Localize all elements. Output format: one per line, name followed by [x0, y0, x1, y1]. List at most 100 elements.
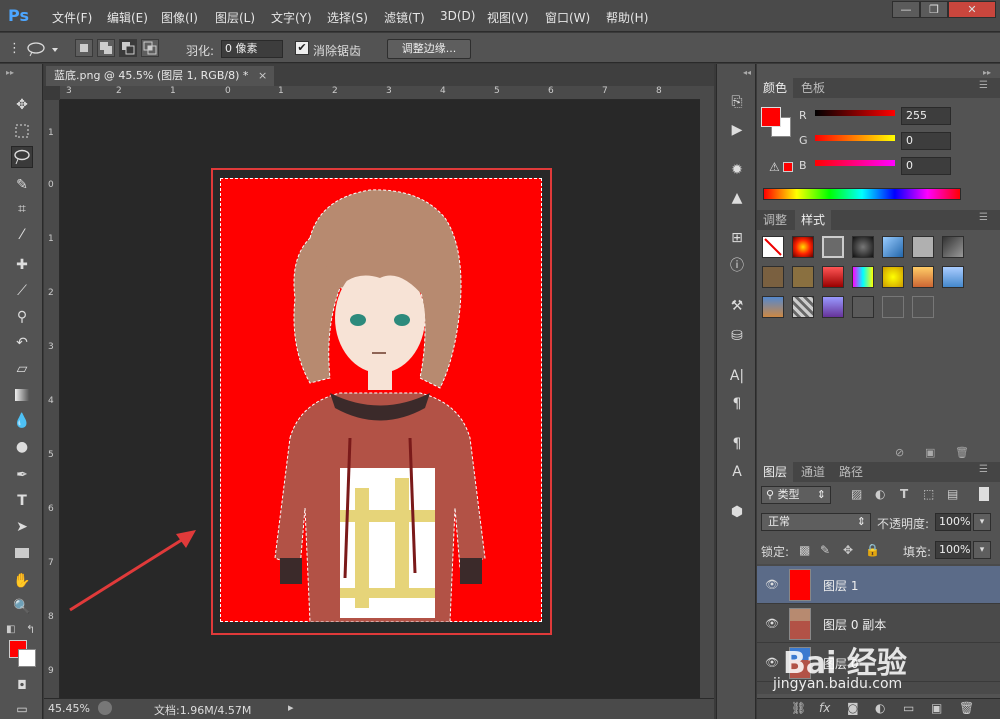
style-swatch[interactable] — [912, 266, 934, 288]
collapse-icon[interactable]: ▸▸ — [983, 68, 991, 77]
b-slider[interactable] — [815, 160, 895, 166]
minimize-button[interactable]: — — [892, 1, 920, 18]
lock-transparent-icon[interactable]: ▩ — [799, 543, 810, 557]
r-value-input[interactable]: 255 — [901, 107, 951, 125]
menu-3d[interactable]: 3D(D) — [440, 9, 475, 23]
layer-row[interactable]: 👁 图层 1 — [757, 566, 1000, 604]
quick-mask-icon[interactable]: ◘ — [11, 674, 33, 696]
style-swatch[interactable] — [852, 236, 874, 258]
pen-tool-icon[interactable]: ✒ — [11, 464, 33, 486]
panel-menu-icon[interactable]: ☰ — [979, 80, 988, 91]
lock-pixels-icon[interactable]: ✎ — [820, 543, 830, 557]
zoom-tool-icon[interactable]: 🔍 — [11, 596, 33, 618]
new-layer-icon[interactable]: ▣ — [931, 701, 942, 715]
status-menu-arrow-icon[interactable]: ▸ — [288, 701, 294, 714]
menu-image[interactable]: 图像(I) — [161, 9, 198, 26]
hand-tool-icon[interactable]: ✋ — [11, 570, 33, 592]
filter-adjustment-icon[interactable]: ◐ — [875, 487, 885, 501]
tab-styles[interactable]: 样式 — [795, 210, 832, 230]
quick-selection-tool-icon[interactable]: ✎ — [11, 174, 33, 196]
lasso-preset-icon[interactable] — [24, 40, 60, 58]
collapse-icon[interactable]: ◂◂ — [743, 68, 751, 77]
g-slider[interactable] — [815, 135, 895, 141]
document-tab[interactable]: 蓝底.png @ 45.5% (图层 1, RGB/8) * × — [46, 66, 274, 86]
status-info-icon[interactable] — [98, 701, 112, 715]
tab-channels[interactable]: 通道 — [795, 462, 831, 482]
menu-file[interactable]: 文件(F) — [52, 9, 92, 26]
style-swatch[interactable] — [912, 236, 934, 258]
marquee-tool-icon[interactable] — [11, 120, 33, 142]
blend-mode-dropdown[interactable]: 正常 ⇕ — [761, 513, 871, 531]
style-swatch[interactable] — [942, 266, 964, 288]
color-spectrum-bar[interactable] — [763, 188, 961, 200]
clone-source-icon[interactable]: ⛁ — [727, 326, 747, 346]
g-value-input[interactable]: 0 — [901, 132, 951, 150]
zoom-level[interactable]: 45.45% — [48, 702, 90, 715]
image-canvas[interactable] — [220, 178, 542, 622]
brush-settings-icon[interactable]: ✹ — [727, 160, 747, 180]
layer-name[interactable]: 图层 1 — [823, 577, 858, 594]
style-swatch[interactable] — [822, 236, 844, 258]
feather-input[interactable]: 0 像素 — [221, 40, 283, 58]
opacity-input[interactable]: 100% — [935, 513, 971, 531]
3d-panel-icon[interactable]: ⬢ — [727, 502, 747, 522]
new-style-icon[interactable]: ▣ — [925, 446, 935, 459]
character-panel-icon[interactable]: A| — [727, 366, 747, 386]
screen-mode-icon[interactable]: ▭ — [11, 698, 33, 719]
subtract-selection-icon[interactable] — [119, 39, 137, 57]
close-button[interactable]: ✕ — [948, 1, 996, 18]
tab-color[interactable]: 颜色 — [757, 78, 794, 98]
healing-brush-tool-icon[interactable]: ✚ — [11, 254, 33, 276]
paragraph-styles-icon[interactable]: ¶ — [727, 434, 747, 454]
filter-type-icon[interactable]: T — [900, 487, 908, 501]
menu-edit[interactable]: 编辑(E) — [107, 9, 148, 26]
background-color-swatch[interactable] — [18, 649, 36, 667]
style-swatch[interactable] — [882, 266, 904, 288]
fill-input[interactable]: 100% — [935, 541, 971, 559]
layer-filter-dropdown[interactable]: ⚲ 类型 ⇕ — [761, 486, 831, 504]
adjustment-layer-icon[interactable]: ◐ — [875, 701, 885, 715]
tool-presets-icon[interactable]: ⚒ — [727, 296, 747, 316]
antialias-checkbox[interactable]: ✔ — [295, 41, 309, 55]
new-selection-icon[interactable] — [75, 39, 93, 57]
b-value-input[interactable]: 0 — [901, 157, 951, 175]
style-swatch[interactable] — [912, 296, 934, 318]
style-swatch[interactable] — [852, 296, 874, 318]
tab-close-icon[interactable]: × — [258, 66, 267, 86]
delete-style-icon[interactable]: 🗑 — [955, 446, 969, 459]
style-swatch[interactable] — [852, 266, 874, 288]
character-styles-icon[interactable]: A — [727, 462, 747, 482]
clone-stamp-tool-icon[interactable]: ⚲ — [11, 306, 33, 328]
dodge-tool-icon[interactable]: ● — [11, 436, 33, 458]
menu-view[interactable]: 视图(V) — [487, 9, 529, 26]
vertical-scrollbar[interactable] — [700, 86, 714, 698]
info-panel-icon[interactable]: ⓘ — [727, 256, 747, 276]
default-colors-icon[interactable]: ◧ — [6, 624, 15, 635]
fill-chevron-icon[interactable]: ▾ — [973, 541, 991, 559]
menu-window[interactable]: 窗口(W) — [545, 9, 590, 26]
filter-toggle[interactable] — [979, 487, 989, 501]
style-swatch[interactable] — [792, 236, 814, 258]
menu-filter[interactable]: 滤镜(T) — [384, 9, 425, 26]
swap-colors-icon[interactable]: ↰ — [26, 623, 35, 636]
filter-smart-object-icon[interactable]: ▤ — [947, 487, 958, 501]
path-selection-tool-icon[interactable]: ➤ — [11, 516, 33, 538]
filter-shape-icon[interactable]: ⬚ — [923, 487, 934, 501]
menu-layer[interactable]: 图层(L) — [215, 9, 255, 26]
menu-help[interactable]: 帮助(H) — [606, 9, 648, 26]
style-swatch[interactable] — [942, 236, 964, 258]
history-panel-icon[interactable]: ⎘ — [727, 92, 747, 112]
brush-tool-icon[interactable]: ⟋ — [11, 280, 33, 302]
style-swatch[interactable] — [792, 296, 814, 318]
lock-all-icon[interactable]: 🔒 — [865, 543, 880, 557]
tab-paths[interactable]: 路径 — [833, 462, 869, 482]
properties-panel-icon[interactable]: ⊞ — [727, 228, 747, 248]
clear-style-icon[interactable]: ⊘ — [895, 446, 904, 459]
menu-select[interactable]: 选择(S) — [327, 9, 368, 26]
style-swatch[interactable] — [882, 236, 904, 258]
style-swatch[interactable] — [882, 296, 904, 318]
menu-type[interactable]: 文字(Y) — [271, 9, 312, 26]
lock-position-icon[interactable]: ✥ — [843, 543, 853, 557]
collapse-icon[interactable]: ▸▸ — [6, 68, 14, 77]
restore-button[interactable]: ❐ — [920, 1, 948, 18]
